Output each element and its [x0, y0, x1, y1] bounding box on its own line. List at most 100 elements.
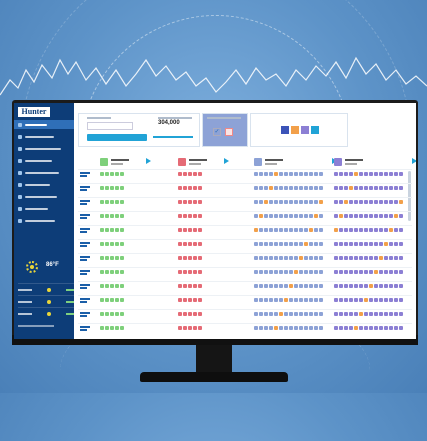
- schedule-cell[interactable]: [284, 228, 288, 232]
- schedule-cell[interactable]: [120, 298, 124, 302]
- legend-chip-orange[interactable]: [291, 126, 299, 134]
- schedule-cell[interactable]: [115, 298, 119, 302]
- schedule-cell[interactable]: [294, 256, 298, 260]
- schedule-cell[interactable]: [399, 228, 403, 232]
- schedule-cell[interactable]: [299, 172, 303, 176]
- schedule-cell[interactable]: [349, 270, 353, 274]
- schedule-cell[interactable]: [274, 172, 278, 176]
- row-label[interactable]: [80, 200, 90, 205]
- schedule-cell[interactable]: [193, 256, 197, 260]
- schedule-cell[interactable]: [349, 284, 353, 288]
- schedule-cell[interactable]: [264, 284, 268, 288]
- row-label[interactable]: [80, 298, 90, 303]
- schedule-cell[interactable]: [394, 256, 398, 260]
- sidebar-footer-link[interactable]: [18, 325, 54, 327]
- schedule-cell[interactable]: [379, 228, 383, 232]
- schedule-cell[interactable]: [284, 214, 288, 218]
- schedule-cell[interactable]: [193, 200, 197, 204]
- schedule-cell[interactable]: [384, 312, 388, 316]
- schedule-cell[interactable]: [349, 312, 353, 316]
- schedule-cell[interactable]: [319, 242, 323, 246]
- schedule-cell[interactable]: [299, 284, 303, 288]
- schedule-cell[interactable]: [339, 172, 343, 176]
- controller-select[interactable]: [87, 122, 133, 130]
- schedule-cell[interactable]: [344, 312, 348, 316]
- schedule-cell[interactable]: [309, 200, 313, 204]
- schedule-cell[interactable]: [274, 214, 278, 218]
- schedule-cell[interactable]: [379, 186, 383, 190]
- schedule-cell[interactable]: [354, 312, 358, 316]
- schedule-cell[interactable]: [384, 200, 388, 204]
- schedule-cell[interactable]: [309, 172, 313, 176]
- schedule-cell[interactable]: [120, 200, 124, 204]
- row-label[interactable]: [80, 172, 90, 177]
- schedule-cell[interactable]: [193, 312, 197, 316]
- schedule-cell[interactable]: [115, 312, 119, 316]
- schedule-cell[interactable]: [178, 256, 182, 260]
- schedule-cell[interactable]: [193, 228, 197, 232]
- schedule-cell[interactable]: [294, 270, 298, 274]
- schedule-cell[interactable]: [364, 214, 368, 218]
- schedule-cell[interactable]: [294, 186, 298, 190]
- schedule-cell[interactable]: [100, 214, 104, 218]
- schedule-cell[interactable]: [259, 284, 263, 288]
- schedule-cell[interactable]: [379, 326, 383, 330]
- schedule-cell[interactable]: [319, 228, 323, 232]
- schedule-cell[interactable]: [259, 172, 263, 176]
- schedule-cell[interactable]: [254, 200, 258, 204]
- schedule-cell[interactable]: [289, 186, 293, 190]
- schedule-cell[interactable]: [379, 242, 383, 246]
- schedule-cell[interactable]: [389, 270, 393, 274]
- schedule-cell[interactable]: [344, 242, 348, 246]
- schedule-cell[interactable]: [374, 312, 378, 316]
- schedule-cell[interactable]: [274, 186, 278, 190]
- schedule-cell[interactable]: [188, 172, 192, 176]
- schedule-cell[interactable]: [354, 228, 358, 232]
- schedule-cell[interactable]: [384, 228, 388, 232]
- schedule-cell[interactable]: [259, 298, 263, 302]
- schedule-cell[interactable]: [399, 200, 403, 204]
- schedule-cell[interactable]: [279, 312, 283, 316]
- schedule-cell[interactable]: [120, 284, 124, 288]
- schedule-cell[interactable]: [115, 214, 119, 218]
- schedule-cell[interactable]: [399, 186, 403, 190]
- schedule-cell[interactable]: [183, 298, 187, 302]
- schedule-cell[interactable]: [269, 326, 273, 330]
- schedule-cell[interactable]: [309, 186, 313, 190]
- schedule-cell[interactable]: [279, 256, 283, 260]
- schedule-cell[interactable]: [399, 312, 403, 316]
- schedule-cell[interactable]: [105, 312, 109, 316]
- secondary-link[interactable]: [153, 136, 193, 138]
- schedule-cell[interactable]: [188, 270, 192, 274]
- schedule-cell[interactable]: [105, 242, 109, 246]
- table-row[interactable]: [78, 183, 412, 195]
- schedule-cell[interactable]: [339, 214, 343, 218]
- schedule-cell[interactable]: [198, 270, 202, 274]
- schedule-cell[interactable]: [334, 256, 338, 260]
- schedule-cell[interactable]: [384, 326, 388, 330]
- schedule-cell[interactable]: [344, 256, 348, 260]
- schedule-cell[interactable]: [100, 326, 104, 330]
- schedule-cell[interactable]: [105, 214, 109, 218]
- schedule-cell[interactable]: [374, 326, 378, 330]
- row-label[interactable]: [80, 256, 90, 261]
- schedule-cell[interactable]: [304, 298, 308, 302]
- schedule-cell[interactable]: [120, 326, 124, 330]
- schedule-cell[interactable]: [110, 284, 114, 288]
- schedule-cell[interactable]: [379, 284, 383, 288]
- schedule-cell[interactable]: [274, 228, 278, 232]
- schedule-cell[interactable]: [259, 242, 263, 246]
- legend-chip-purple[interactable]: [301, 126, 309, 134]
- schedule-cell[interactable]: [389, 326, 393, 330]
- schedule-cell[interactable]: [389, 200, 393, 204]
- schedule-cell[interactable]: [264, 172, 268, 176]
- schedule-cell[interactable]: [374, 172, 378, 176]
- schedule-cell[interactable]: [314, 242, 318, 246]
- schedule-cell[interactable]: [284, 298, 288, 302]
- table-row[interactable]: [78, 281, 412, 293]
- schedule-cell[interactable]: [314, 256, 318, 260]
- schedule-cell[interactable]: [193, 270, 197, 274]
- schedule-cell[interactable]: [105, 284, 109, 288]
- table-row[interactable]: [78, 239, 412, 251]
- schedule-cell[interactable]: [399, 326, 403, 330]
